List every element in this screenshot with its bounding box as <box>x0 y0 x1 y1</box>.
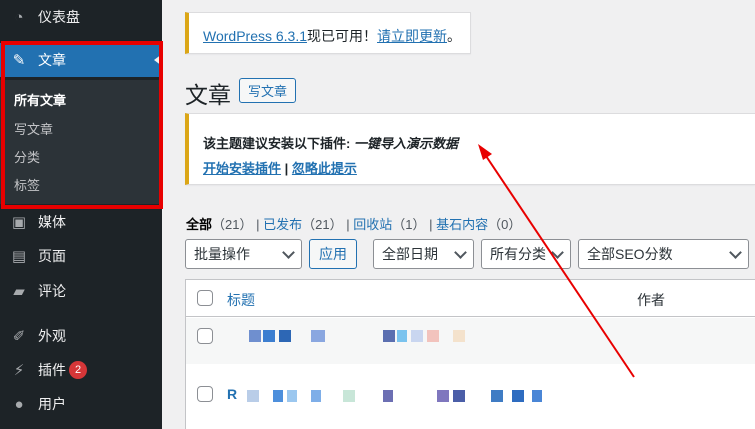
seo-filter-value: 全部SEO分数 <box>587 246 673 262</box>
chevron-down-icon <box>454 246 467 259</box>
column-author-header: 作者 <box>637 292 665 308</box>
table-row <box>186 318 755 364</box>
install-plugin-link[interactable]: 开始安装插件 <box>203 161 281 176</box>
view-count: （0） <box>488 217 522 232</box>
separator: | <box>281 161 292 176</box>
menu-dashboard[interactable]: ◔ 仪表盘 <box>0 0 162 34</box>
update-notice-period: 。 <box>447 28 462 44</box>
column-title-header[interactable]: 标题 <box>227 290 255 310</box>
pages-icon: ▤ <box>11 248 27 265</box>
plugin-name: 一键导入演示数据 <box>353 136 458 151</box>
plugin-notice-actions: 开始安装插件 | 忽略此提示 <box>203 158 357 177</box>
update-now-link[interactable]: 请立即更新 <box>377 28 447 44</box>
view-all[interactable]: 全部 <box>186 217 212 232</box>
row-checkbox[interactable] <box>197 328 213 344</box>
view-trash[interactable]: 回收站 <box>353 217 392 232</box>
menu-pages[interactable]: ▤ 页面 <box>0 239 162 273</box>
submenu-all-posts[interactable]: 所有文章 <box>14 90 66 109</box>
dashboard-icon: ◔ <box>14 8 24 26</box>
menu-users[interactable]: ● 用户 <box>0 387 162 421</box>
chevron-down-icon <box>282 246 295 259</box>
plugins-icon: ⚡ <box>13 362 25 379</box>
users-icon: ● <box>14 395 24 413</box>
submenu-add-new[interactable]: 写文章 <box>14 119 53 138</box>
bulk-action-select[interactable]: 批量操作 <box>185 239 302 269</box>
date-filter-value: 全部日期 <box>382 246 438 262</box>
wordpress-version-link[interactable]: WordPress 6.3.1 <box>203 28 307 44</box>
menu-label: 媒体 <box>38 214 66 230</box>
post-title-link[interactable]: R <box>227 386 542 402</box>
date-filter-select[interactable]: 全部日期 <box>373 239 474 269</box>
chevron-down-icon <box>729 246 742 259</box>
menu-label: 评论 <box>38 283 66 299</box>
chevron-down-icon <box>551 246 564 259</box>
page-title: 文章 <box>185 82 231 108</box>
post-status-filter: 全部（21） | 已发布（21） | 回收站（1） | 基石内容（0） <box>186 214 521 233</box>
update-notice-text: WordPress 6.3.1现已可用！请立即更新。 <box>203 26 461 46</box>
plugin-notice-message: 该主题建议安装以下插件: 一键导入演示数据 <box>203 133 458 152</box>
appearance-icon: ✐ <box>12 328 26 345</box>
seo-score-filter-select[interactable]: 全部SEO分数 <box>578 239 749 269</box>
menu-posts[interactable]: ✎ 文章 <box>0 43 162 77</box>
menu-label: 用户 <box>38 396 66 412</box>
category-filter-value: 所有分类 <box>490 246 546 262</box>
post-title-prefix: R <box>227 386 238 402</box>
submenu-categories[interactable]: 分类 <box>14 147 40 166</box>
comments-icon: ▰ <box>13 283 25 300</box>
row-checkbox[interactable] <box>197 386 213 402</box>
media-icon: ▣ <box>11 214 27 231</box>
plugin-recommendation-notice: 该主题建议安装以下插件: 一键导入演示数据 开始安装插件 | 忽略此提示 <box>185 113 755 185</box>
dismiss-notice-link[interactable]: 忽略此提示 <box>292 161 357 176</box>
category-filter-select[interactable]: 所有分类 <box>481 239 571 269</box>
separator: | <box>346 217 350 232</box>
separator: | <box>429 217 433 232</box>
view-count: （1） <box>392 217 426 232</box>
update-count-badge: 2 <box>69 361 87 379</box>
view-count: （21） <box>302 217 343 232</box>
menu-label: 插件 <box>38 362 66 378</box>
menu-plugins[interactable]: ⚡ 插件 2 <box>0 353 162 387</box>
update-available-text: 现已可用！ <box>307 28 378 44</box>
posts-table: 标题 作者 R <box>185 279 755 429</box>
update-notice: WordPress 6.3.1现已可用！请立即更新。 <box>185 12 471 54</box>
plugin-notice-prefix: 该主题建议安装以下插件: <box>203 136 354 151</box>
view-cornerstone[interactable]: 基石内容 <box>436 217 488 232</box>
submenu-tags[interactable]: 标签 <box>14 175 40 194</box>
menu-label: 仪表盘 <box>38 9 80 25</box>
menu-appearance[interactable]: ✐ 外观 <box>0 319 162 353</box>
menu-label: 页面 <box>38 248 66 264</box>
menu-label: 外观 <box>38 328 66 344</box>
select-all-checkbox[interactable] <box>197 290 213 306</box>
bulk-action-value: 批量操作 <box>194 246 250 262</box>
view-count: （21） <box>212 217 253 232</box>
table-header: 标题 作者 <box>186 280 755 317</box>
admin-sidebar: ◔ 仪表盘 ✎ 文章 所有文章 写文章 分类 标签 ▣ 媒体 ▤ 页面 ▰ 评论… <box>0 0 162 429</box>
view-published[interactable]: 已发布 <box>263 217 302 232</box>
menu-media[interactable]: ▣ 媒体 <box>0 205 162 239</box>
pushpin-icon: ✎ <box>12 52 26 69</box>
posts-submenu: 所有文章 写文章 分类 标签 <box>0 80 162 204</box>
table-row: R <box>186 372 755 418</box>
separator: | <box>256 217 260 232</box>
menu-label: 文章 <box>38 52 66 68</box>
apply-button[interactable]: 应用 <box>309 239 357 269</box>
add-new-post-button[interactable]: 写文章 <box>239 78 296 103</box>
menu-comments[interactable]: ▰ 评论 <box>0 274 162 308</box>
